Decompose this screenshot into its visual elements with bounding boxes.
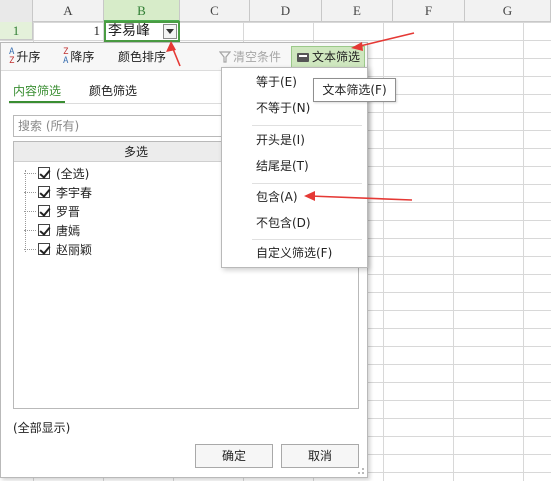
column-header-a[interactable]: A	[33, 0, 104, 22]
color-sort-button[interactable]: 颜色排序	[118, 47, 166, 67]
list-item-label: 李宇春	[56, 185, 93, 200]
ok-button[interactable]: 确定	[195, 444, 273, 468]
menu-separator	[252, 183, 362, 184]
list-item-select-all[interactable]: (全选)	[24, 164, 89, 182]
checkbox-checked-icon[interactable]	[38, 167, 50, 179]
show-all-text: (全部显示)	[13, 421, 71, 435]
list-item-label: 唐嫣	[56, 223, 81, 238]
text-filter-button[interactable]: 文本筛选	[291, 46, 366, 68]
checkbox-checked-icon[interactable]	[38, 243, 50, 255]
funnel-clear-icon	[219, 51, 231, 63]
list-item[interactable]: 唐嫣	[24, 221, 80, 239]
sort-descending-label: 降序	[70, 50, 95, 64]
cell-a1[interactable]: 1	[34, 22, 104, 40]
tree-branch	[24, 248, 36, 250]
checkbox-checked-icon[interactable]	[38, 224, 50, 236]
clear-conditions-label: 清空条件	[233, 50, 282, 64]
menu-item-ends-with[interactable]: 结尾是(T)	[222, 154, 367, 178]
menu-item-does-not-contain[interactable]: 不包含(D)	[222, 211, 367, 235]
sort-za-icon: ZA	[63, 47, 69, 66]
column-header-f[interactable]: F	[393, 0, 465, 22]
tooltip: 文本筛选(F)	[313, 78, 396, 102]
text-filter-icon	[297, 53, 309, 62]
list-item-label: 赵丽颖	[56, 242, 93, 257]
tab-color-filter[interactable]: 颜色筛选	[85, 81, 141, 103]
cell-b1-value: 李易峰	[108, 23, 150, 39]
column-header-c[interactable]: C	[180, 0, 250, 22]
tree-branch	[24, 210, 36, 212]
menu-item-custom-filter[interactable]: 自定义筛选(F)	[222, 241, 367, 265]
list-item[interactable]: 罗晋	[24, 202, 80, 220]
tree-branch	[24, 172, 36, 174]
checkbox-checked-icon[interactable]	[38, 186, 50, 198]
column-header-e[interactable]: E	[322, 0, 393, 22]
list-item[interactable]: 李宇春	[24, 183, 92, 201]
menu-item-begins-with[interactable]: 开头是(I)	[222, 128, 367, 152]
list-item-label: (全选)	[56, 166, 90, 181]
menu-item-contains[interactable]: 包含(A)	[222, 185, 367, 209]
list-item-label: 罗晋	[56, 204, 81, 219]
sort-ascending-button[interactable]: AZ 升序	[9, 47, 40, 67]
tab-content-filter[interactable]: 内容筛选	[9, 81, 66, 103]
sort-descending-button[interactable]: ZA 降序	[63, 47, 94, 67]
filter-dropdown-button[interactable]	[163, 24, 177, 39]
dropdown-triangle-icon	[166, 29, 174, 34]
cancel-button[interactable]: 取消	[281, 444, 359, 468]
tree-branch	[24, 229, 36, 231]
clear-conditions-button[interactable]: 清空条件	[219, 47, 281, 67]
search-input[interactable]: 搜索 (所有)	[13, 115, 223, 137]
menu-separator	[252, 239, 362, 240]
row-header-1[interactable]: 1	[0, 22, 33, 40]
color-sort-label: 颜色排序	[118, 50, 167, 64]
list-item[interactable]: 赵丽颖	[24, 240, 92, 258]
tree-branch	[24, 191, 36, 193]
resize-grip-icon[interactable]	[357, 467, 365, 475]
menu-separator	[252, 125, 362, 126]
select-all-corner[interactable]	[0, 0, 33, 22]
text-filter-label: 文本筛选	[312, 50, 361, 64]
column-header-g[interactable]: G	[465, 0, 551, 22]
sort-ascending-label: 升序	[16, 50, 41, 64]
column-header-d[interactable]: D	[250, 0, 322, 22]
column-header-bar: A B C D E F G	[0, 0, 551, 22]
sort-az-icon: AZ	[9, 47, 15, 66]
column-header-b[interactable]: B	[104, 0, 180, 22]
checkbox-checked-icon[interactable]	[38, 205, 50, 217]
